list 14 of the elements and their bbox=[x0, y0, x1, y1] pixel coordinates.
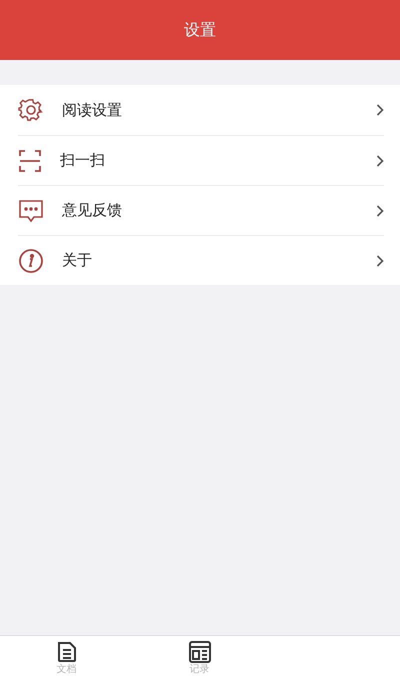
info-icon bbox=[18, 248, 44, 274]
page-title: 设置 bbox=[184, 19, 216, 41]
menu-item[interactable]: 扫一扫 bbox=[18, 135, 384, 185]
chevron-icon bbox=[376, 204, 384, 216]
menu-item[interactable]: 意见反馈 bbox=[18, 185, 384, 235]
chat-icon bbox=[18, 198, 44, 222]
scan-icon bbox=[18, 148, 42, 172]
chevron-icon bbox=[376, 104, 384, 116]
chevron-icon bbox=[376, 254, 384, 266]
menu-item[interactable]: 关于 bbox=[18, 235, 384, 285]
gear-icon bbox=[18, 97, 44, 123]
newspaper-icon bbox=[188, 640, 212, 664]
menu-item[interactable]: 阅读设置 bbox=[18, 85, 384, 135]
chevron-icon bbox=[376, 154, 384, 166]
